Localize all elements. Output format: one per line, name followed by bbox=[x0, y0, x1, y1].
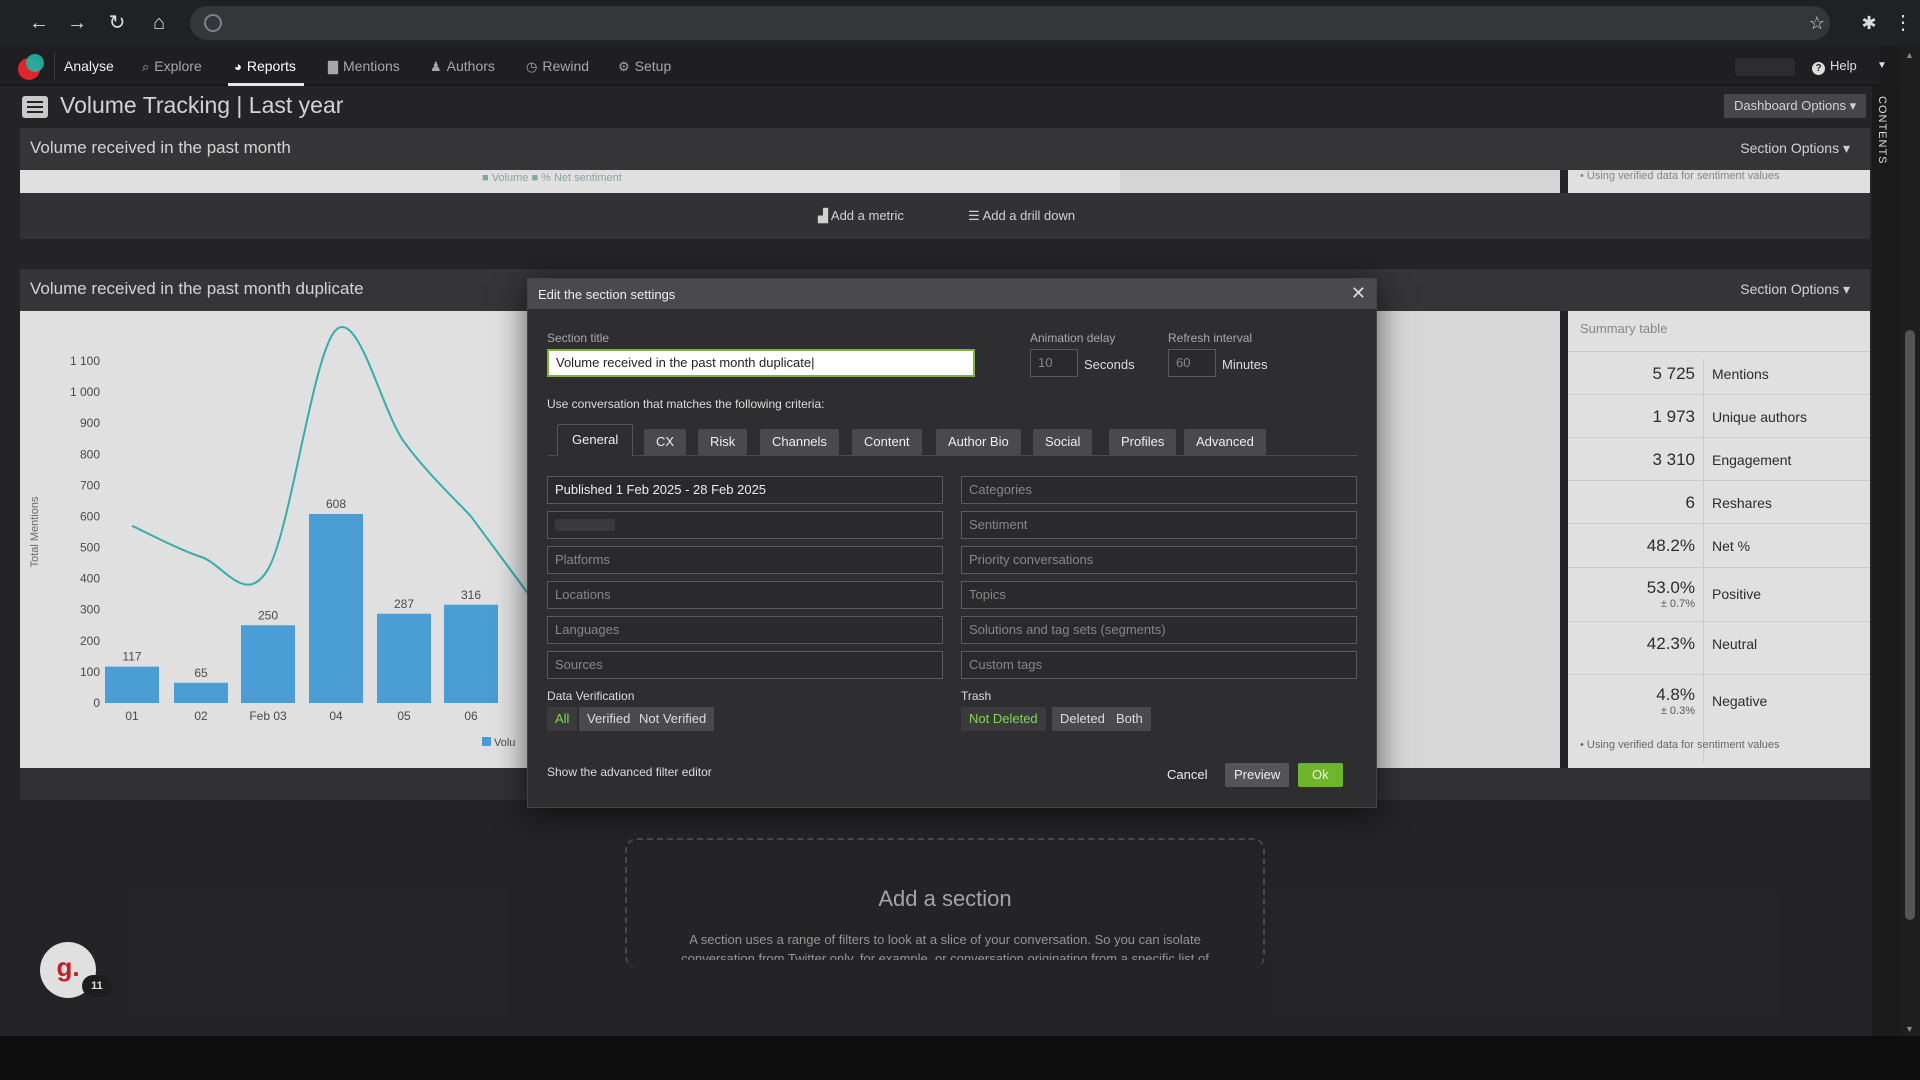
animation-delay-label: Animation delay bbox=[1030, 331, 1116, 345]
contents-sidebar[interactable] bbox=[1872, 86, 1900, 1036]
advanced-filter-link[interactable]: Show the advanced filter editor bbox=[547, 765, 712, 779]
chevron-down-icon[interactable]: ▼ bbox=[1877, 60, 1887, 71]
animation-delay-input[interactable]: 10 bbox=[1030, 349, 1078, 377]
data_verification-option[interactable]: All bbox=[547, 707, 578, 731]
section-title-value: Volume received in the past month duplic… bbox=[556, 355, 812, 370]
redacted-value bbox=[555, 519, 615, 531]
nav-setup-label: Setup bbox=[634, 58, 672, 74]
tab-profiles[interactable]: Profiles bbox=[1109, 429, 1177, 455]
user-icon: ♟ bbox=[430, 59, 442, 74]
tab-social[interactable]: Social bbox=[1033, 429, 1093, 455]
left-filter-field[interactable]: Locations bbox=[547, 581, 943, 609]
scroll-down-icon[interactable]: ▼ bbox=[1905, 1024, 1914, 1034]
help-icon: ? bbox=[1812, 62, 1825, 75]
bookmark-star-icon[interactable]: ☆ bbox=[1806, 12, 1828, 34]
back-arrow-icon[interactable]: ← bbox=[28, 12, 50, 34]
close-icon[interactable]: ✕ bbox=[1351, 283, 1366, 304]
chat-bubble-icon: ▇ bbox=[328, 59, 338, 74]
left-filter-field[interactable]: Published 1 Feb 2025 - 28 Feb 2025 bbox=[547, 476, 943, 504]
nav-authors[interactable]: ♟ Authors bbox=[430, 46, 495, 86]
tab-general[interactable]: General bbox=[557, 424, 634, 456]
trash-label: Trash bbox=[961, 689, 992, 703]
browser-toolbar: ← → ↻ ⌂ ☆ ✱ ⋮ bbox=[0, 0, 1920, 46]
user-account[interactable] bbox=[1735, 58, 1795, 76]
nav-explore[interactable]: ⌕ Explore bbox=[142, 46, 202, 86]
nav-rewind-label: Rewind bbox=[542, 58, 590, 74]
tab-author-bio[interactable]: Author Bio bbox=[936, 429, 1021, 455]
home-icon[interactable]: ⌂ bbox=[148, 12, 170, 34]
section-title-input[interactable]: Volume received in the past month duplic… bbox=[547, 349, 975, 377]
modal-title: Edit the section settings bbox=[538, 287, 676, 302]
right-filter-field[interactable]: Topics bbox=[961, 581, 1357, 609]
criteria-text: Use conversation that matches the follow… bbox=[547, 397, 825, 411]
right-filter-field[interactable]: Custom tags bbox=[961, 651, 1357, 679]
right-filter-field[interactable]: Categories bbox=[961, 476, 1357, 504]
site-info-icon[interactable] bbox=[204, 14, 222, 32]
refresh-unit: Minutes bbox=[1222, 357, 1268, 372]
browser-menu-icon[interactable]: ⋮ bbox=[1892, 12, 1914, 34]
nav-setup[interactable]: ⚙ Setup bbox=[618, 46, 671, 86]
trash-option[interactable]: Both bbox=[1108, 707, 1151, 731]
nav-reports[interactable]: ◕ Reports bbox=[228, 46, 304, 86]
search-icon: ⌕ bbox=[142, 59, 150, 74]
tabs-divider bbox=[548, 455, 1358, 456]
animation-unit: Seconds bbox=[1084, 357, 1135, 372]
section-title-label: Section title bbox=[547, 331, 610, 345]
modal-header: Edit the section settings ✕ bbox=[528, 279, 1376, 309]
left-filter-field[interactable]: Sources bbox=[547, 651, 943, 679]
nav-mentions-label: Mentions bbox=[343, 58, 400, 74]
gear-icon: ⚙ bbox=[618, 59, 630, 74]
tab-channels[interactable]: Channels bbox=[760, 429, 839, 455]
edit-section-modal: Edit the section settings ✕ Section titl… bbox=[527, 278, 1377, 808]
nav-reports-label: Reports bbox=[246, 58, 296, 74]
nav-mentions[interactable]: ▇ Mentions bbox=[328, 46, 400, 86]
data_verification-option[interactable]: Not Verified bbox=[631, 707, 715, 731]
help-label: Help bbox=[1830, 58, 1857, 73]
extensions-icon[interactable]: ✱ bbox=[1858, 12, 1880, 34]
ok-button[interactable]: Ok bbox=[1298, 763, 1343, 787]
brand-logo-icon[interactable] bbox=[18, 54, 44, 80]
right-filter-field[interactable]: Solutions and tag sets (segments) bbox=[961, 616, 1357, 644]
right-filter-field[interactable]: Priority conversations bbox=[961, 546, 1357, 574]
app-navbar: Analyse ⌕ Explore ◕ Reports ▇ Mentions ♟ Aut… bbox=[0, 46, 1887, 86]
trash-option[interactable]: Deleted bbox=[1052, 707, 1113, 731]
right-filter-field[interactable]: Sentiment bbox=[961, 511, 1357, 539]
tab-cx[interactable]: CX bbox=[644, 429, 687, 455]
data-verification-label: Data Verification bbox=[547, 689, 635, 703]
reload-icon[interactable]: ↻ bbox=[106, 12, 128, 34]
left-filter-field[interactable]: Languages bbox=[547, 616, 943, 644]
nav-explore-label: Explore bbox=[154, 58, 202, 74]
nav-authors-label: Authors bbox=[446, 58, 495, 74]
pie-chart-icon: ◕ bbox=[234, 59, 242, 74]
left-filter-field[interactable]: Platforms bbox=[547, 546, 943, 574]
forward-arrow-icon[interactable]: → bbox=[66, 12, 88, 34]
contents-label[interactable]: CONTENTS bbox=[1876, 96, 1888, 165]
scroll-up-icon[interactable]: ▲ bbox=[1905, 50, 1914, 60]
bottom-bar bbox=[0, 1036, 1920, 1080]
data_verification-option[interactable]: Verified bbox=[579, 707, 639, 731]
history-icon: ◷ bbox=[526, 59, 538, 74]
scrollbar-thumb[interactable] bbox=[1905, 330, 1915, 920]
trash-option[interactable]: Not Deleted bbox=[961, 707, 1046, 731]
refresh-interval-label: Refresh interval bbox=[1168, 331, 1253, 345]
help-button[interactable]: ? Help bbox=[1812, 46, 1857, 86]
refresh-interval-input[interactable]: 60 bbox=[1168, 349, 1216, 377]
nav-analyse[interactable]: Analyse bbox=[64, 46, 114, 86]
left-filter-field[interactable] bbox=[547, 511, 943, 539]
nav-rewind[interactable]: ◷ Rewind bbox=[526, 46, 589, 86]
tab-risk[interactable]: Risk bbox=[698, 429, 748, 455]
cancel-button[interactable]: Cancel bbox=[1158, 763, 1216, 787]
nav-divider bbox=[54, 52, 55, 80]
tab-content[interactable]: Content bbox=[852, 429, 922, 455]
tab-advanced[interactable]: Advanced bbox=[1184, 429, 1266, 455]
app-root: ← → ↻ ⌂ ☆ ✱ ⋮ Analyse ⌕ Explore ◕ Reports … bbox=[0, 0, 1920, 1080]
address-bar[interactable] bbox=[190, 6, 1830, 40]
preview-button[interactable]: Preview bbox=[1225, 763, 1290, 787]
